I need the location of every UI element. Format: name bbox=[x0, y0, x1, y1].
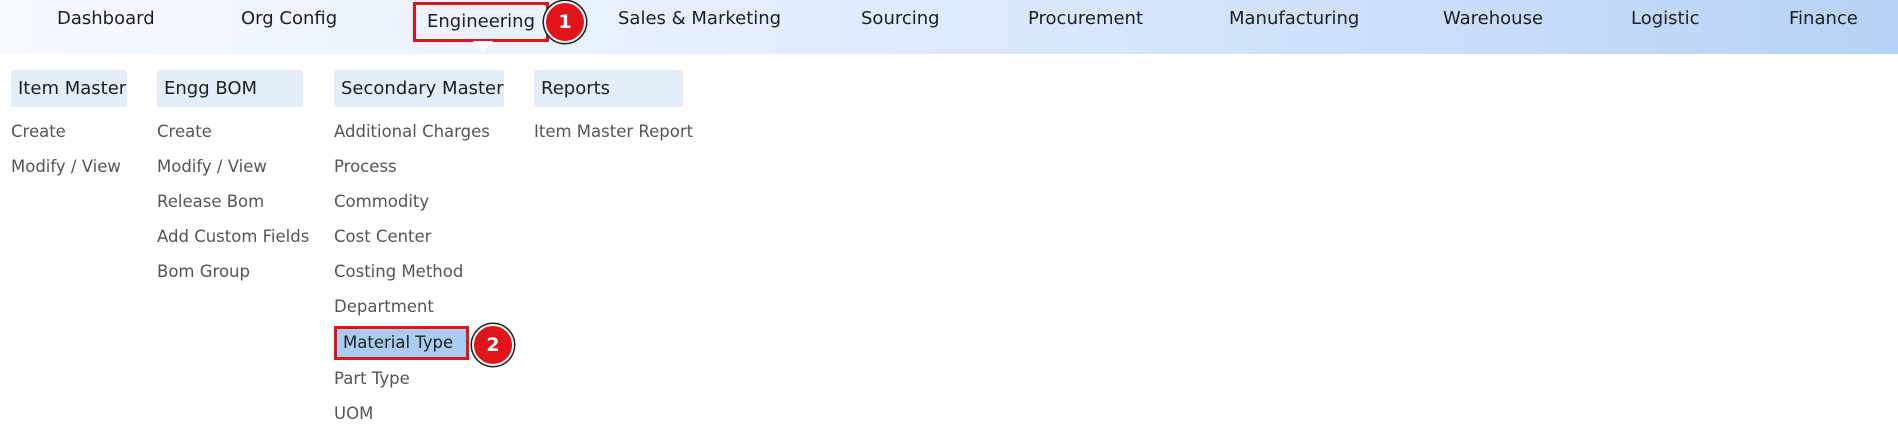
column-header-reports: Reports bbox=[534, 70, 683, 107]
column-header-secondary-master: Secondary Master bbox=[334, 70, 504, 107]
nav-dashboard[interactable]: Dashboard bbox=[57, 0, 155, 38]
menu-item-release-bom[interactable]: Release Bom bbox=[157, 190, 264, 214]
menu-item-uom[interactable]: UOM bbox=[334, 402, 373, 426]
top-navigation-bar: Dashboard Org Config Engineering Sales &… bbox=[0, 0, 1898, 54]
nav-manufacturing[interactable]: Manufacturing bbox=[1229, 0, 1359, 38]
nav-org-config[interactable]: Org Config bbox=[241, 0, 337, 38]
menu-item-part-type[interactable]: Part Type bbox=[334, 367, 410, 391]
menu-item-process[interactable]: Process bbox=[334, 155, 397, 179]
menu-item-create[interactable]: Create bbox=[157, 120, 212, 144]
nav-procurement[interactable]: Procurement bbox=[1028, 0, 1143, 38]
nav-sourcing[interactable]: Sourcing bbox=[861, 0, 940, 38]
nav-finance[interactable]: Finance bbox=[1789, 0, 1858, 38]
menu-item-costing-method[interactable]: Costing Method bbox=[334, 260, 463, 284]
column-header-engg-bom: Engg BOM bbox=[157, 70, 303, 107]
nav-logistic[interactable]: Logistic bbox=[1631, 0, 1699, 38]
column-header-item-master: Item Master bbox=[11, 70, 127, 107]
menu-item-create[interactable]: Create bbox=[11, 120, 66, 144]
dropdown-caret-icon bbox=[473, 41, 493, 52]
menu-item-modify-view[interactable]: Modify / View bbox=[157, 155, 267, 179]
menu-item-add-custom-fields[interactable]: Add Custom Fields bbox=[157, 225, 309, 249]
step-marker-1: 1 bbox=[544, 1, 586, 43]
menu-item-cost-center[interactable]: Cost Center bbox=[334, 225, 431, 249]
menu-item-item-master-report[interactable]: Item Master Report bbox=[534, 120, 693, 144]
nav-sales-marketing[interactable]: Sales & Marketing bbox=[618, 0, 781, 38]
nav-warehouse[interactable]: Warehouse bbox=[1443, 0, 1543, 38]
nav-engineering[interactable]: Engineering bbox=[413, 2, 549, 42]
menu-item-material-type[interactable]: Material Type bbox=[334, 326, 469, 360]
step-marker-2: 2 bbox=[472, 324, 514, 366]
menu-item-modify-view[interactable]: Modify / View bbox=[11, 155, 121, 179]
menu-item-department[interactable]: Department bbox=[334, 295, 434, 319]
menu-item-commodity[interactable]: Commodity bbox=[334, 190, 429, 214]
menu-item-additional-charges[interactable]: Additional Charges bbox=[334, 120, 490, 144]
menu-item-bom-group[interactable]: Bom Group bbox=[157, 260, 250, 284]
